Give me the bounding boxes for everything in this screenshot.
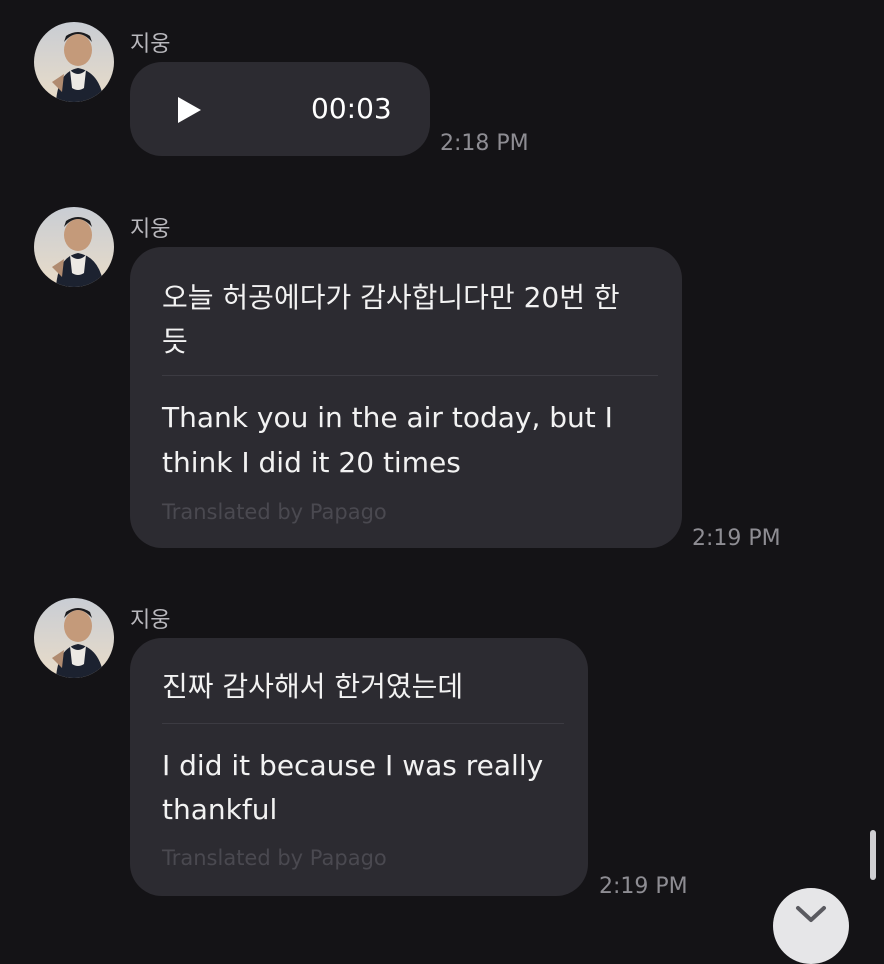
voice-message-bubble[interactable]: 00:03 <box>130 62 430 156</box>
avatar[interactable] <box>34 207 114 287</box>
voice-duration: 00:03 <box>311 92 392 125</box>
message-bubble[interactable]: 진짜 감사해서 한거였는데 I did it because I was rea… <box>130 638 588 896</box>
message-timestamp: 2:18 PM <box>440 131 529 156</box>
message-timestamp: 2:19 PM <box>692 526 781 551</box>
message-voice: 지웅 00:03 2:18 PM <box>0 0 884 170</box>
translation-divider <box>162 723 564 724</box>
translation-divider <box>162 375 658 376</box>
translated-by-label: Translated by Papago <box>162 846 387 870</box>
chevron-down-icon <box>796 906 826 922</box>
translated-text-line: I did it because I was really <box>162 749 544 782</box>
translated-text-line: think I did it 20 times <box>162 446 461 479</box>
message-text: 지웅 진짜 감사해서 한거였는데 I did it because I was … <box>0 570 884 924</box>
message-timestamp: 2:19 PM <box>599 874 688 899</box>
message-bubble[interactable]: 오늘 허공에다가 감사합니다만 20번 한 듯 Thank you in the… <box>130 247 682 548</box>
translated-text-line: thankful <box>162 793 278 826</box>
play-icon[interactable] <box>174 95 204 125</box>
original-text-line: 듯 <box>162 325 188 358</box>
scrollbar[interactable] <box>870 830 876 880</box>
original-text-line: 진짜 감사해서 한거였는데 <box>162 670 464 703</box>
sender-name: 지웅 <box>130 32 171 57</box>
translated-by-label: Translated by Papago <box>162 500 387 524</box>
original-text-line: 오늘 허공에다가 감사합니다만 20번 한 <box>162 281 620 314</box>
message-text: 지웅 오늘 허공에다가 감사합니다만 20번 한 듯 Thank you in … <box>0 180 884 570</box>
translated-text-line: Thank you in the air today, but I <box>162 401 613 434</box>
sender-name: 지웅 <box>130 608 171 633</box>
sender-name: 지웅 <box>130 217 171 242</box>
scroll-to-bottom-button[interactable] <box>773 888 849 964</box>
avatar[interactable] <box>34 22 114 102</box>
avatar[interactable] <box>34 598 114 678</box>
